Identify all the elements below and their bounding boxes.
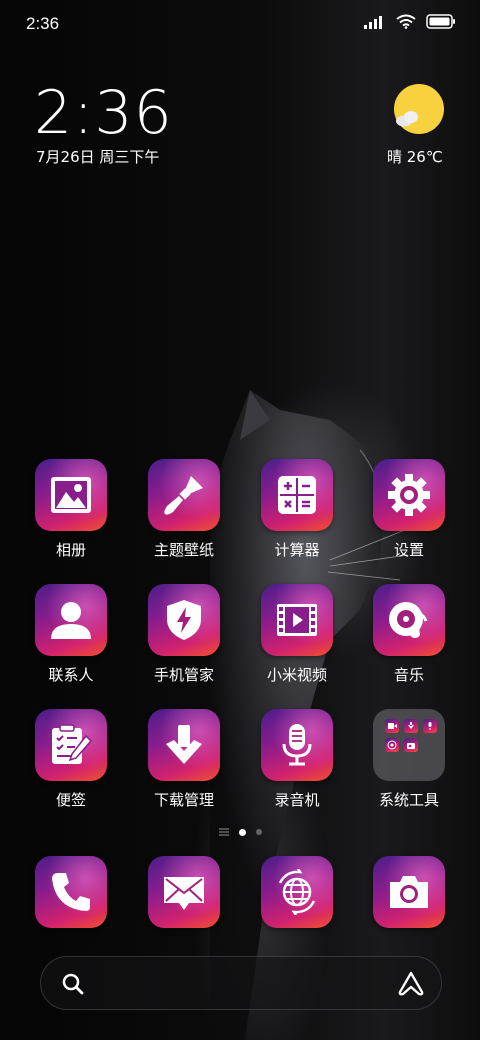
list-page-icon (218, 828, 229, 836)
mini-download-icon (404, 719, 418, 733)
app-icon-bg (373, 856, 445, 928)
phone-icon (52, 873, 90, 911)
app-icon-bg (261, 584, 333, 656)
assistant-icon[interactable] (397, 970, 425, 998)
app-label: 计算器 (274, 541, 320, 559)
person-icon (51, 602, 91, 639)
wifi-icon (396, 14, 416, 29)
dock-camera[interactable] (353, 856, 465, 928)
notepad-pencil-icon (52, 724, 93, 764)
battery-icon (426, 14, 455, 29)
app-icon-bg (373, 459, 445, 531)
search-icon[interactable] (61, 972, 85, 996)
page-indicator[interactable] (0, 828, 480, 836)
app-video[interactable]: 小米视频 (241, 584, 353, 685)
app-contacts[interactable]: 联系人 (15, 584, 127, 685)
folder-icon (373, 709, 445, 781)
app-icon-bg (148, 709, 220, 781)
app-label: 联系人 (48, 666, 94, 684)
mini-compass-icon (385, 738, 399, 752)
app-gallery[interactable]: 相册 (15, 459, 127, 560)
page-dot (255, 829, 262, 835)
mail-icon (164, 877, 204, 910)
app-notes[interactable]: 便签 (15, 709, 127, 810)
app-label: 音乐 (393, 666, 424, 684)
app-icon-bg (35, 584, 107, 656)
download-arrow-icon (166, 725, 202, 764)
app-icon-bg (148, 459, 220, 531)
app-icon-bg (35, 709, 107, 781)
app-recorder[interactable]: 录音机 (241, 709, 353, 810)
dock-browser[interactable] (241, 856, 353, 928)
app-settings[interactable]: 设置 (353, 459, 465, 560)
calculator-icon (278, 476, 316, 514)
status-icons (364, 14, 456, 29)
clock-widget-date[interactable]: 7月26日 周三下午 (36, 146, 159, 167)
weather-text[interactable]: 晴 26℃ (387, 146, 443, 167)
app-icon-bg (261, 856, 333, 928)
app-label: 下载管理 (153, 791, 214, 809)
app-themes[interactable]: 主题壁纸 (128, 459, 240, 560)
app-label: 系统工具 (378, 791, 439, 809)
shield-bolt-icon (167, 600, 201, 640)
browser-globe-icon (278, 869, 316, 915)
app-icon-bg (148, 584, 220, 656)
app-calculator[interactable]: 计算器 (241, 459, 353, 560)
camera-icon (390, 876, 428, 908)
film-play-icon (277, 604, 317, 636)
mini-video-icon (385, 719, 399, 733)
clock-widget-time[interactable]: 2:36 (34, 78, 173, 148)
app-music[interactable]: 音乐 (353, 584, 465, 685)
app-security[interactable]: 手机管家 (128, 584, 240, 685)
dock-messages[interactable] (128, 856, 240, 928)
weather-sun-icon[interactable] (392, 84, 444, 136)
current-page-dot (238, 828, 246, 836)
app-label: 便签 (55, 791, 86, 809)
music-disc-icon (389, 602, 428, 638)
app-icon-bg (35, 856, 107, 928)
signal-icon (364, 15, 382, 29)
app-label: 主题壁纸 (153, 541, 214, 559)
dock-phone[interactable] (15, 856, 127, 928)
gallery-icon (51, 477, 91, 513)
folder-system-tools[interactable]: 系统工具 (353, 709, 465, 810)
app-icon-bg (373, 584, 445, 656)
paintbrush-icon (164, 476, 203, 515)
app-label: 小米视频 (266, 666, 327, 684)
app-icon-bg (148, 856, 220, 928)
search-bar[interactable] (40, 956, 442, 1010)
app-icon-bg (261, 459, 333, 531)
microphone-icon (282, 724, 312, 766)
app-label: 设置 (393, 541, 424, 559)
status-bar: 2:36 (0, 0, 480, 50)
app-label: 手机管家 (153, 666, 214, 684)
app-icon-bg (35, 459, 107, 531)
status-time: 2:36 (26, 14, 60, 33)
mini-microphone-icon (423, 719, 437, 733)
app-icon-bg (261, 709, 333, 781)
mini-radio-icon (404, 738, 418, 752)
gear-icon (388, 474, 430, 516)
app-label: 录音机 (274, 791, 320, 809)
app-label: 相册 (55, 541, 86, 559)
app-downloads[interactable]: 下载管理 (128, 709, 240, 810)
